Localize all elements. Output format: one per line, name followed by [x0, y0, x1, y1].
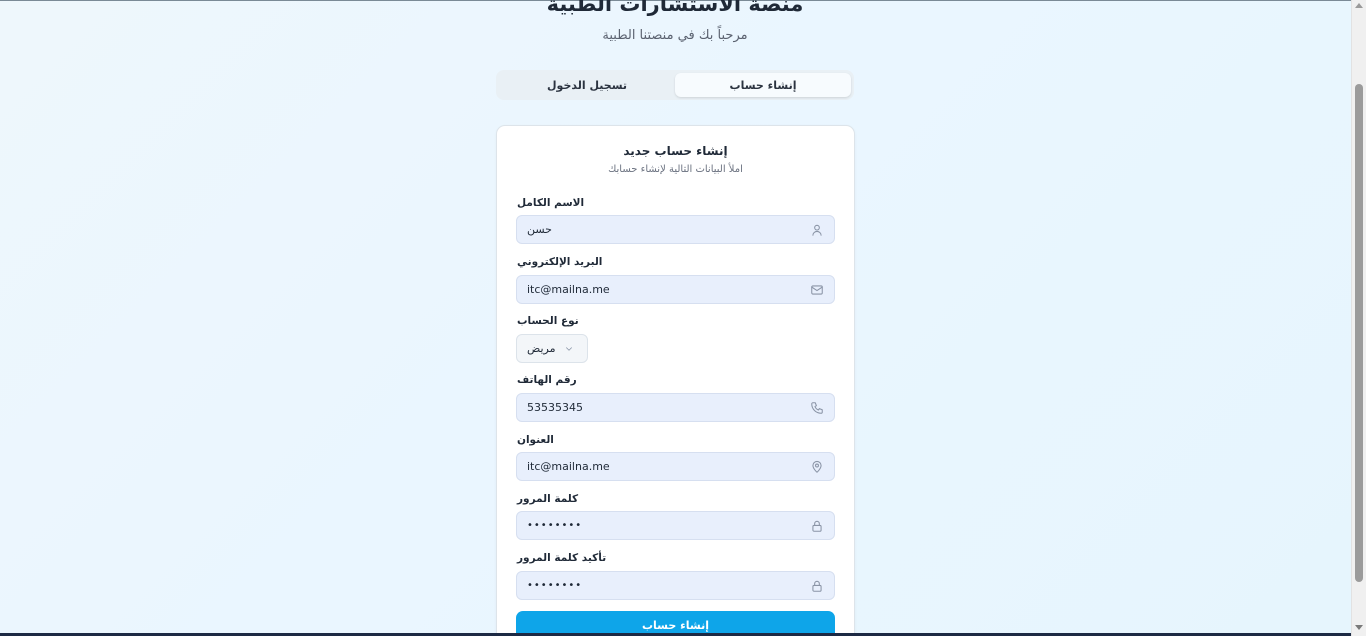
user-icon	[812, 224, 822, 236]
full-name-field[interactable]: حسن	[516, 215, 835, 244]
page: منصة الاستشارات الطبية مرحباً بك في منصت…	[0, 0, 1366, 636]
confirm-password-field[interactable]: ••••••••	[516, 571, 835, 600]
lock-icon	[812, 520, 822, 532]
confirm-password-value: ••••••••	[527, 580, 583, 591]
email-field[interactable]: itc@mailna.me	[516, 275, 835, 304]
map-pin-icon	[812, 460, 822, 473]
confirm-password-label: تأكيد كلمة المرور	[517, 552, 607, 564]
register-card: إنشاء حساب جديد املأ البيانات التالية لإ…	[496, 125, 855, 636]
card-title: إنشاء حساب جديد	[623, 144, 728, 158]
email-value: itc@mailna.me	[527, 283, 610, 296]
password-field[interactable]: ••••••••	[516, 511, 835, 540]
mail-icon	[811, 285, 823, 295]
account-type-value: مريض	[527, 342, 556, 355]
phone-value: 53535345	[527, 401, 583, 414]
address-field[interactable]: itc@mailna.me	[516, 452, 835, 481]
address-label: العنوان	[517, 434, 554, 446]
full-name-value: حسن	[527, 223, 552, 236]
account-type-label: نوع الحساب	[517, 315, 579, 327]
tab-login[interactable]: تسجيل الدخول	[499, 73, 675, 97]
card-subtitle: املأ البيانات التالية لإنشاء حسابك	[608, 164, 743, 175]
auth-tabs: إنشاء حساب تسجيل الدخول	[496, 70, 854, 100]
phone-field[interactable]: 53535345	[516, 393, 835, 422]
lock-icon	[812, 580, 822, 592]
page-subtitle: مرحباً بك في منصتنا الطبية	[602, 28, 748, 43]
phone-label: رقم الهاتف	[517, 374, 577, 386]
chevron-down-icon	[565, 346, 572, 351]
scroll-down-arrow-icon[interactable]	[1355, 625, 1363, 630]
page-title: منصة الاستشارات الطبية	[546, 0, 804, 16]
full-name-label: الاسم الكامل	[517, 197, 585, 209]
tab-register[interactable]: إنشاء حساب	[675, 73, 851, 97]
address-value: itc@mailna.me	[527, 460, 610, 473]
scroll-up-arrow-icon[interactable]	[1355, 3, 1363, 8]
scrollbar-thumb[interactable]	[1355, 84, 1363, 582]
password-label: كلمة المرور	[517, 493, 579, 505]
email-label: البريد الإلكتروني	[517, 256, 603, 268]
vertical-scrollbar[interactable]	[1351, 0, 1366, 636]
account-type-select[interactable]: مريض	[516, 334, 588, 363]
phone-icon	[811, 402, 823, 414]
password-value: ••••••••	[527, 520, 583, 531]
